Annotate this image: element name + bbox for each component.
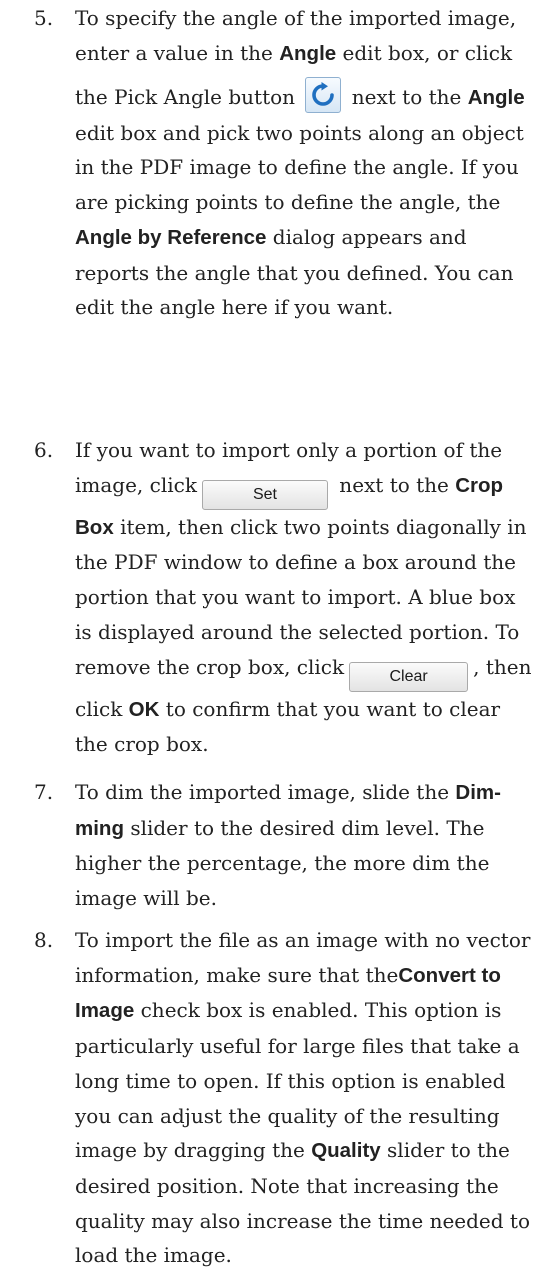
angle-term: Angle: [467, 86, 525, 109]
angle-term: Angle: [279, 41, 337, 65]
step-number: 7.: [34, 780, 54, 804]
step-7: 7. To dim the imported image, slide the …: [34, 775, 535, 923]
step-5: 5. To specify the angle of the imported …: [34, 1, 535, 433]
step-6: 6. If you want to import only a portion …: [34, 433, 535, 775]
pick-angle-button[interactable]: [305, 77, 342, 113]
step-number: 6.: [34, 438, 54, 462]
step-text: item, then click two points diagonally i…: [75, 514, 527, 679]
step-5-text-b: the Pick Angle button next to the Angle …: [75, 77, 535, 325]
step-8: 8. To import the file as an image with n…: [34, 923, 535, 1273]
step-number: 5.: [34, 6, 54, 30]
step-text: next to the: [332, 472, 456, 497]
set-button[interactable]: Set: [201, 479, 328, 510]
rotate-arrow-icon: [312, 82, 335, 106]
step-5-text-a: To specify the angle of the imported ima…: [75, 1, 535, 70]
step-text: edit box and pick two points along an ob…: [75, 120, 524, 215]
step-text: next to the: [345, 85, 468, 109]
step-text: To dim the imported image, slide the: [75, 780, 456, 804]
step-text: edit box, or click: [336, 40, 513, 65]
step-number: 8.: [34, 928, 54, 952]
step-text: slider to the desired dim level. The hig…: [75, 815, 490, 911]
step-text: the Pick Angle button: [75, 85, 296, 109]
instruction-document: 5. To specify the angle of the imported …: [0, 0, 549, 1267]
clear-button[interactable]: Clear: [349, 661, 469, 692]
quality-term: Quality: [311, 1139, 381, 1163]
angle-by-reference-term: Angle by Reference: [75, 225, 267, 249]
ok-term: OK: [128, 697, 160, 721]
